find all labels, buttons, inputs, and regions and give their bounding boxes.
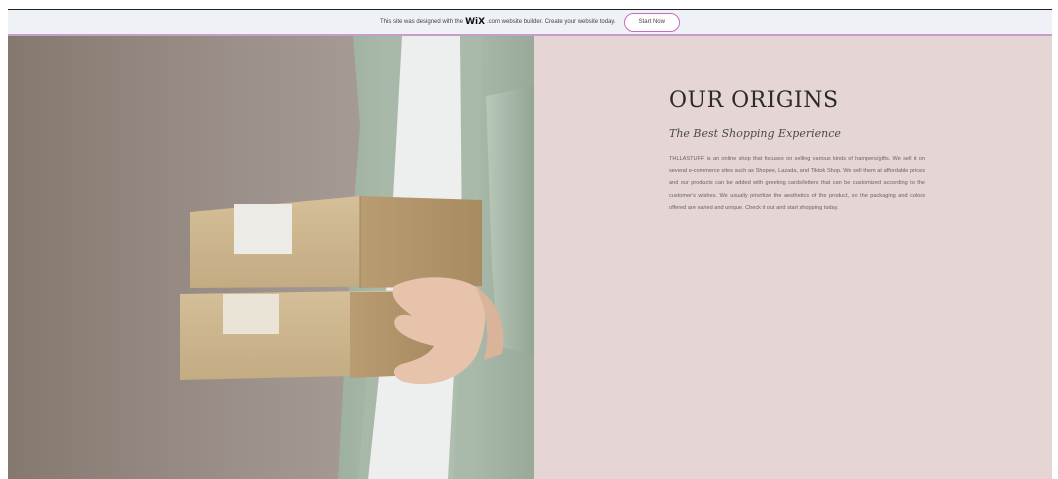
delivery-person-illustration [8,36,534,479]
start-now-button[interactable]: Start Now [623,12,680,32]
bottom-box-label [223,294,279,334]
hero-image [8,36,534,479]
page: ” This site was designed with the WiX .c… [0,0,1058,479]
top-box-label [234,204,292,254]
banner-text-before: This site was designed with the [380,19,464,25]
hero-section: OUR ORIGINS The Best Shopping Experience… [8,36,1052,479]
origins-title: OUR ORIGINS [669,88,839,113]
quote-mark-fragment: ” [568,0,577,11]
wix-logo[interactable]: WiX [465,17,485,27]
origins-description: THLLASTUFF is an online shop that focuse… [669,156,925,211]
banner-text: This site was designed with the WiX .com… [380,17,616,27]
top-box-side [360,196,482,288]
origins-subtitle: The Best Shopping Experience [669,127,841,140]
wix-promo-banner: This site was designed with the WiX .com… [8,10,1052,36]
origins-panel: OUR ORIGINS The Best Shopping Experience… [534,36,1052,479]
banner-text-after: .com website builder. Create your websit… [487,19,616,25]
